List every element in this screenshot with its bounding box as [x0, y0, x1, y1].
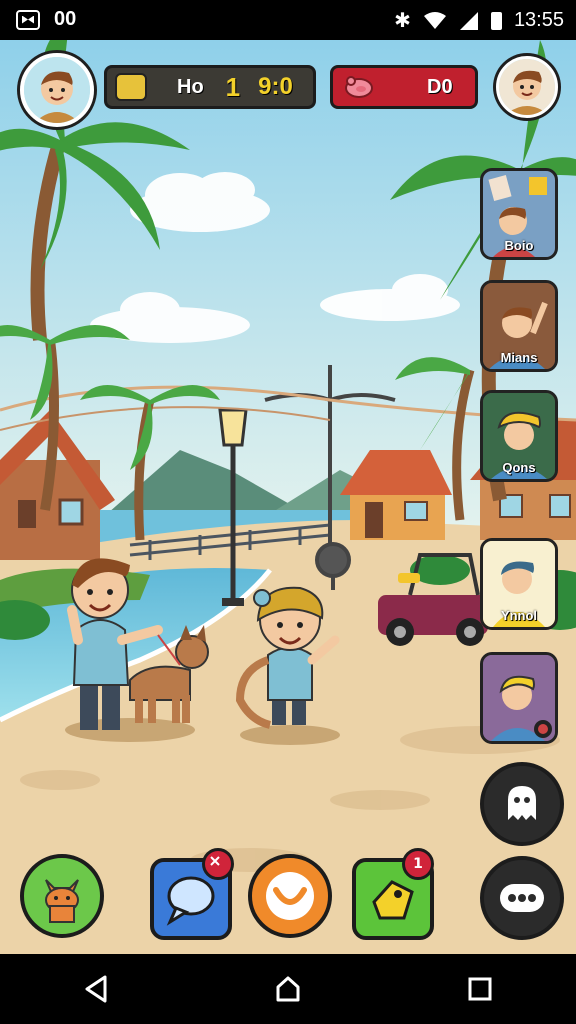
status-time: 13:55 — [513, 9, 564, 31]
recents-square-icon — [468, 977, 492, 1001]
match-timer: 9:0 — [258, 73, 293, 100]
bluetooth-icon: ✱ — [394, 10, 411, 32]
ghost-icon — [508, 786, 536, 820]
smile-button[interactable] — [248, 854, 332, 938]
home-icon — [276, 976, 300, 1002]
player-avatar-button[interactable] — [20, 53, 94, 127]
close-icon — [210, 856, 220, 866]
app-notification-icon — [16, 9, 40, 30]
side-card-5[interactable] — [480, 652, 558, 744]
battery-icon — [490, 11, 502, 30]
score-label: Ho — [177, 75, 204, 98]
side-card-4[interactable]: Ynnol — [480, 538, 558, 630]
opponent-pig-icon — [343, 75, 375, 99]
side-card-label: Qons — [502, 460, 536, 475]
team-badge-icon — [115, 73, 147, 101]
android-nav-bar — [0, 954, 576, 1024]
side-card-1[interactable]: Boio — [480, 168, 558, 260]
player-avatar-icon — [24, 57, 90, 123]
ghost-button[interactable] — [480, 762, 564, 846]
chat-more-icon — [500, 884, 544, 912]
opponent-panel: D0 — [330, 65, 478, 109]
back-button[interactable] — [72, 965, 120, 1013]
back-triangle-icon — [85, 975, 107, 1003]
tag-button[interactable]: 1 — [352, 848, 434, 940]
status-left-text: 00 — [54, 8, 77, 30]
recents-button[interactable] — [456, 965, 504, 1013]
side-card-label: Boio — [504, 238, 534, 253]
wifi-icon — [423, 11, 446, 29]
friend-avatar-button[interactable] — [496, 56, 558, 118]
signal-icon — [459, 11, 478, 30]
score-value: 1 — [225, 71, 241, 102]
score-panel: Ho 1 9:0 — [104, 65, 316, 109]
home-button[interactable] — [264, 965, 312, 1013]
pet-button[interactable] — [20, 854, 104, 938]
opponent-value: D0 — [427, 75, 453, 98]
side-card-label: Ynnol — [500, 608, 538, 623]
side-card-2[interactable]: Mians — [480, 280, 558, 372]
game-scene: Ho 1 9:0 D0 Boio Mians Qons Ynnol 1 — [0, 40, 576, 954]
character-card-icon — [483, 655, 555, 741]
smile-icon — [266, 872, 314, 920]
tag-notification-badge: 1 — [402, 848, 434, 880]
badge-count: 1 — [413, 856, 423, 872]
status-bar: 00 ✱ 13:55 — [0, 0, 576, 40]
chat-button[interactable] — [150, 848, 234, 940]
more-options-button[interactable] — [480, 856, 564, 940]
chat-notification-badge — [202, 848, 234, 880]
side-card-label: Mians — [500, 350, 538, 365]
side-card-3[interactable]: Qons — [480, 390, 558, 482]
friend-avatar-icon — [499, 59, 555, 115]
fox-icon — [45, 879, 79, 923]
